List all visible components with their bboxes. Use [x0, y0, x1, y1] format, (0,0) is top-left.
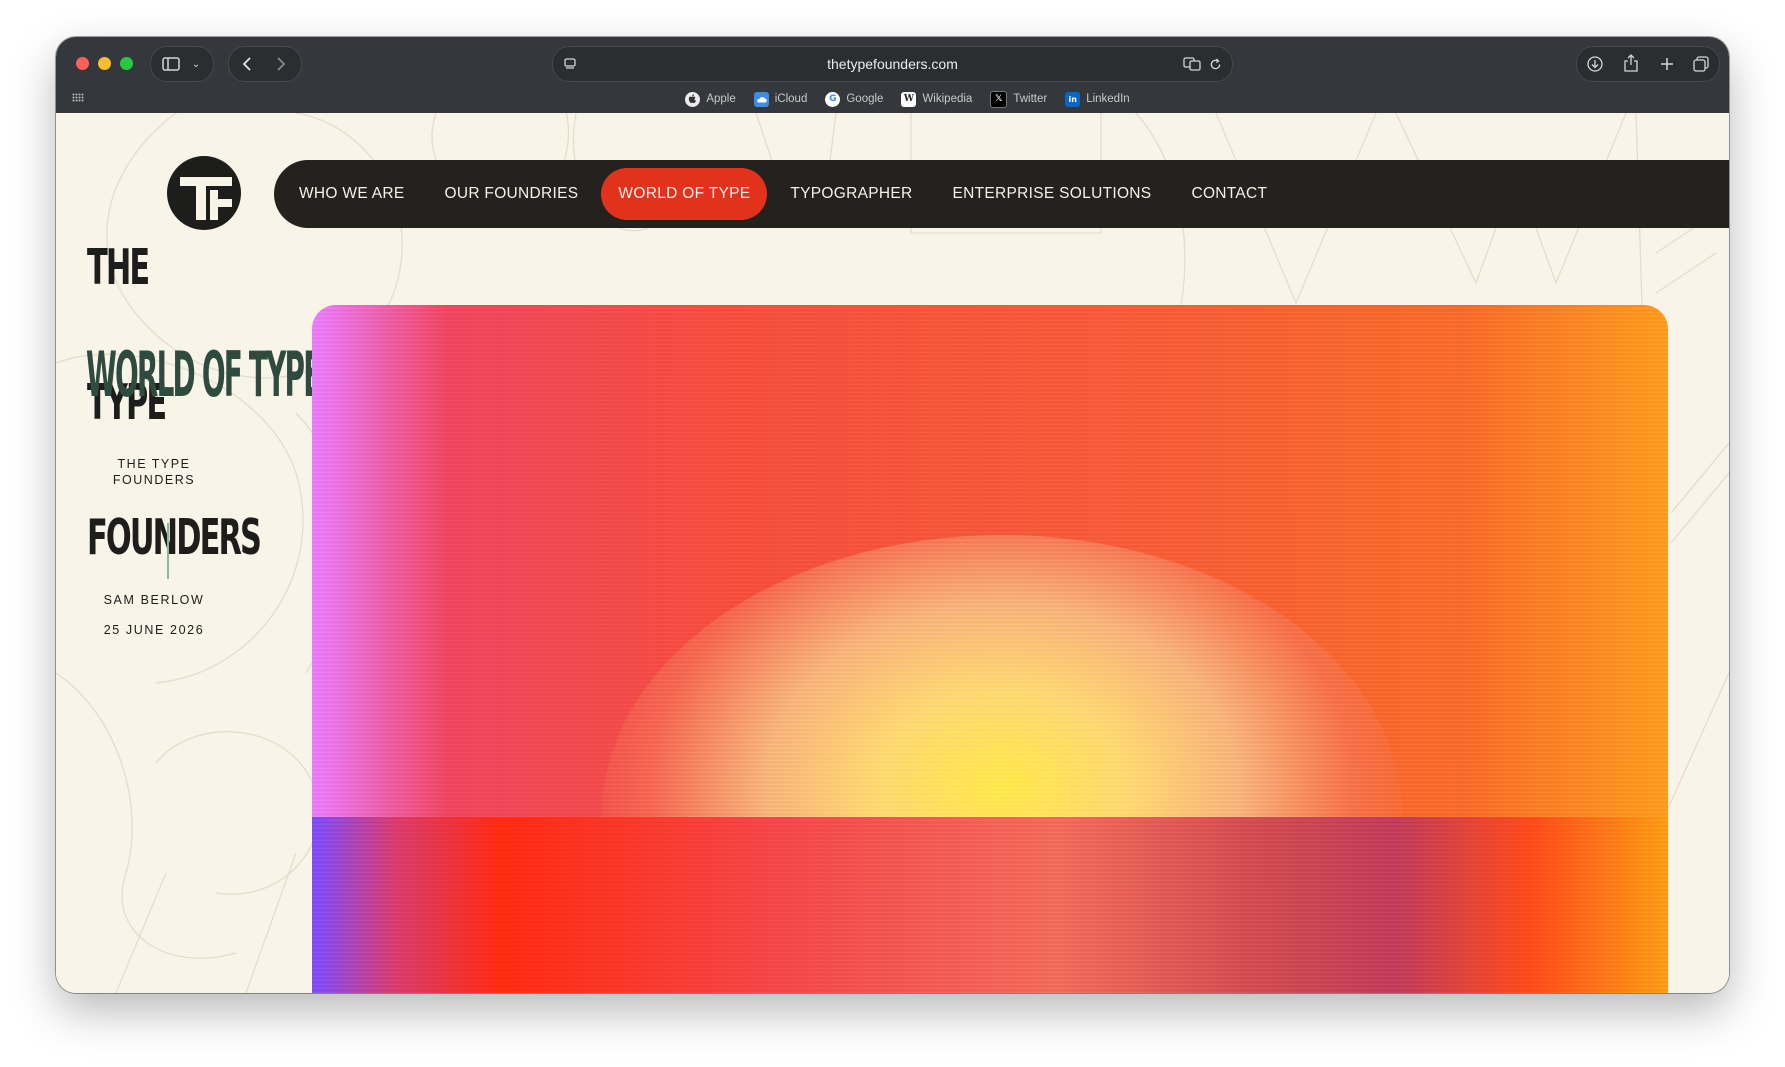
- hero-scanline-texture: [312, 305, 1668, 993]
- linkedin-icon: in: [1065, 91, 1081, 107]
- main-navigation: WHO WE ARE OUR FOUNDRIES WORLD OF TYPE T…: [274, 160, 1729, 228]
- favorite-icloud[interactable]: iCloud: [753, 89, 808, 109]
- new-tab-icon[interactable]: [1657, 54, 1677, 74]
- minimize-window-button[interactable]: [98, 57, 111, 70]
- nav-item-typographer[interactable]: TYPOGRAPHER: [773, 168, 929, 220]
- sidebar-divider: [167, 523, 169, 579]
- browser-toolbar: ⌄ thetypefounders.com Apple iCloud G Goo…: [56, 37, 1729, 114]
- wikipedia-icon: W: [901, 91, 917, 107]
- author-name: SAM BERLOW: [103, 593, 205, 607]
- browser-window: ⌄ thetypefounders.com Apple iCloud G Goo…: [56, 37, 1729, 993]
- forward-icon[interactable]: [271, 54, 291, 74]
- chevron-down-icon[interactable]: ⌄: [187, 55, 205, 73]
- favorite-label: Twitter: [1013, 93, 1048, 105]
- favorite-label: iCloud: [774, 93, 808, 105]
- tab-overview-icon[interactable]: [1691, 54, 1711, 74]
- nav-item-contact[interactable]: CONTACT: [1174, 168, 1284, 220]
- favorite-apple[interactable]: Apple: [685, 89, 736, 109]
- favorite-linkedin[interactable]: in LinkedIn: [1065, 89, 1130, 109]
- logo-monogram-icon[interactable]: [166, 155, 242, 231]
- publish-date: 25 JUNE 2026: [103, 623, 205, 637]
- back-icon[interactable]: [237, 54, 257, 74]
- toolbar-actions-group: [1576, 46, 1720, 82]
- section-title: WORLD OF TYPE: [86, 338, 322, 411]
- sidebar-icon[interactable]: [161, 55, 181, 73]
- favorite-wikipedia[interactable]: W Wikipedia: [901, 89, 972, 109]
- favorite-google[interactable]: G Google: [825, 89, 883, 109]
- logo-line: THE: [87, 239, 150, 296]
- nav-item-world-of-type[interactable]: WORLD OF TYPE: [601, 168, 768, 220]
- favorite-label: Apple: [706, 93, 736, 105]
- nav-item-who-we-are[interactable]: WHO WE ARE: [282, 168, 421, 220]
- hero-gradient-image: [312, 305, 1668, 993]
- url-text[interactable]: thetypefounders.com: [553, 47, 1232, 81]
- sidebar-toggle-group[interactable]: ⌄: [150, 46, 214, 82]
- share-icon[interactable]: [1621, 53, 1641, 73]
- favorite-twitter[interactable]: 𝕏 Twitter: [990, 89, 1047, 109]
- zoom-window-button[interactable]: [120, 57, 133, 70]
- favorite-label: Wikipedia: [922, 93, 973, 105]
- google-icon: G: [825, 91, 841, 107]
- history-nav-group: [228, 46, 302, 82]
- close-window-button[interactable]: [76, 57, 89, 70]
- address-bar[interactable]: thetypefounders.com: [552, 46, 1233, 82]
- favorite-label: Google: [846, 93, 884, 105]
- nav-item-enterprise-solutions[interactable]: ENTERPRISE SOLUTIONS: [936, 168, 1169, 220]
- favorite-label: LinkedIn: [1086, 93, 1130, 105]
- web-page: THE TYPE FOUNDERS WORLD OF TYPE THE TYPE…: [56, 113, 1729, 993]
- icloud-icon: [753, 91, 769, 107]
- favorites-bar: Apple iCloud G Google W Wikipedia 𝕏 Twit…: [56, 89, 1729, 109]
- reload-icon[interactable]: [1206, 55, 1224, 73]
- translate-icon[interactable]: [1182, 55, 1202, 73]
- nav-item-our-foundries[interactable]: OUR FOUNDRIES: [427, 168, 595, 220]
- sidebar-brand-name: THE TYPE FOUNDERS: [112, 457, 196, 487]
- logo-line: FOUNDERS: [87, 509, 262, 566]
- x-icon: 𝕏: [990, 90, 1008, 108]
- apple-icon: [685, 91, 701, 107]
- downloads-icon[interactable]: [1585, 54, 1605, 74]
